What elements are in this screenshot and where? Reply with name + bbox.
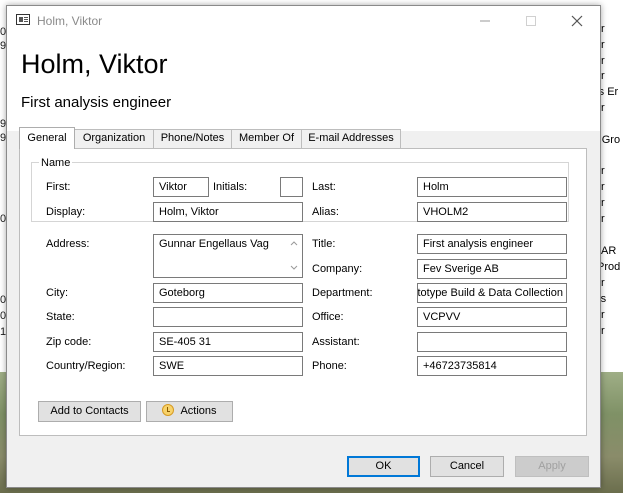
scroll-down-icon	[290, 265, 298, 270]
title-label: Title:	[312, 238, 336, 250]
department-label: Department:	[312, 287, 373, 299]
tab-email-addresses[interactable]: E-mail Addresses	[301, 129, 401, 148]
display-name-field[interactable]: Holm, Viktor	[153, 202, 303, 222]
bg-text: r	[601, 325, 605, 337]
zip-code-label: Zip code:	[46, 336, 92, 348]
state-label: State:	[46, 311, 75, 323]
contact-header: Holm, Viktor First analysis engineer	[7, 36, 600, 131]
actions-button[interactable]: Actions	[146, 401, 233, 422]
alias-label: Alias:	[312, 206, 339, 218]
city-label: City:	[46, 287, 68, 299]
phone-label: Phone:	[312, 360, 347, 372]
title-bar[interactable]: Holm, Viktor	[7, 6, 600, 36]
window-title: Holm, Viktor	[37, 14, 103, 28]
bg-text: r	[601, 277, 605, 289]
maximize-button[interactable]	[508, 6, 554, 36]
city-field[interactable]: Goteborg	[153, 283, 303, 303]
bg-text: r	[601, 309, 605, 321]
display-name-label: Display:	[46, 206, 86, 218]
bg-text: r	[601, 213, 605, 225]
address-label: Address:	[46, 238, 90, 250]
contact-card-icon	[16, 14, 30, 25]
bg-text: r	[601, 181, 605, 193]
close-icon	[571, 15, 583, 27]
zip-code-field[interactable]: SE-405 31	[153, 332, 303, 352]
tab-phone-notes[interactable]: Phone/Notes	[153, 129, 232, 148]
bg-text: r	[601, 23, 605, 35]
state-field[interactable]	[153, 307, 303, 327]
title-field[interactable]: First analysis engineer	[417, 234, 567, 254]
clock-icon	[162, 404, 175, 416]
add-to-contacts-button[interactable]: Add to Contacts	[38, 401, 141, 422]
first-name-field[interactable]: Viktor	[153, 177, 209, 197]
maximize-icon	[526, 16, 536, 26]
alias-field[interactable]: VHOLM2	[417, 202, 567, 222]
cancel-button[interactable]: Cancel	[430, 456, 504, 477]
initials-label: Initials:	[213, 181, 248, 193]
office-field[interactable]: VCPVV	[417, 307, 567, 327]
last-name-label: Last:	[312, 181, 336, 193]
scroll-up-icon	[290, 241, 298, 246]
bg-text: r	[601, 70, 605, 82]
ok-button[interactable]: OK	[347, 456, 420, 477]
address-field[interactable]: Gunnar Engellaus Vag	[153, 234, 303, 278]
initials-field[interactable]	[280, 177, 303, 197]
country-region-field[interactable]: SWE	[153, 356, 303, 376]
bg-text: r	[601, 55, 605, 67]
bg-text: r	[601, 165, 605, 177]
address-value: Gunnar Engellaus Vag	[159, 238, 269, 250]
tab-organization[interactable]: Organization	[74, 129, 154, 148]
bg-text: r	[601, 197, 605, 209]
last-name-field[interactable]: Holm	[417, 177, 567, 197]
assistant-field[interactable]	[417, 332, 567, 352]
bg-text: AR	[601, 245, 617, 257]
address-scrollbar[interactable]	[286, 235, 302, 277]
department-field[interactable]: Prototype Build & Data Collection	[417, 283, 567, 303]
contact-job-title-heading: First analysis engineer	[21, 94, 172, 111]
contact-name-heading: Holm, Viktor	[21, 49, 168, 79]
apply-button[interactable]: Apply	[515, 456, 589, 477]
phone-field[interactable]: +46723735814	[417, 356, 567, 376]
minimize-button[interactable]	[462, 6, 508, 36]
minimize-icon	[480, 20, 490, 22]
country-region-label: Country/Region:	[46, 360, 126, 372]
tab-general[interactable]: General	[19, 127, 75, 149]
name-group-legend: Name	[39, 157, 73, 169]
tab-member-of[interactable]: Member Of	[231, 129, 302, 148]
first-name-label: First:	[46, 181, 71, 193]
company-field[interactable]: Fev Sverige AB	[417, 259, 567, 279]
actions-label: Actions	[180, 405, 217, 417]
bg-text: r	[601, 102, 605, 114]
company-label: Company:	[312, 263, 363, 275]
bg-text: r	[601, 39, 605, 51]
office-label: Office:	[312, 311, 344, 323]
close-button[interactable]	[554, 6, 600, 36]
assistant-label: Assistant:	[312, 336, 360, 348]
background-right-column: r r r r rs Er r r Gro r r r r AR Prod r …	[595, 0, 623, 372]
